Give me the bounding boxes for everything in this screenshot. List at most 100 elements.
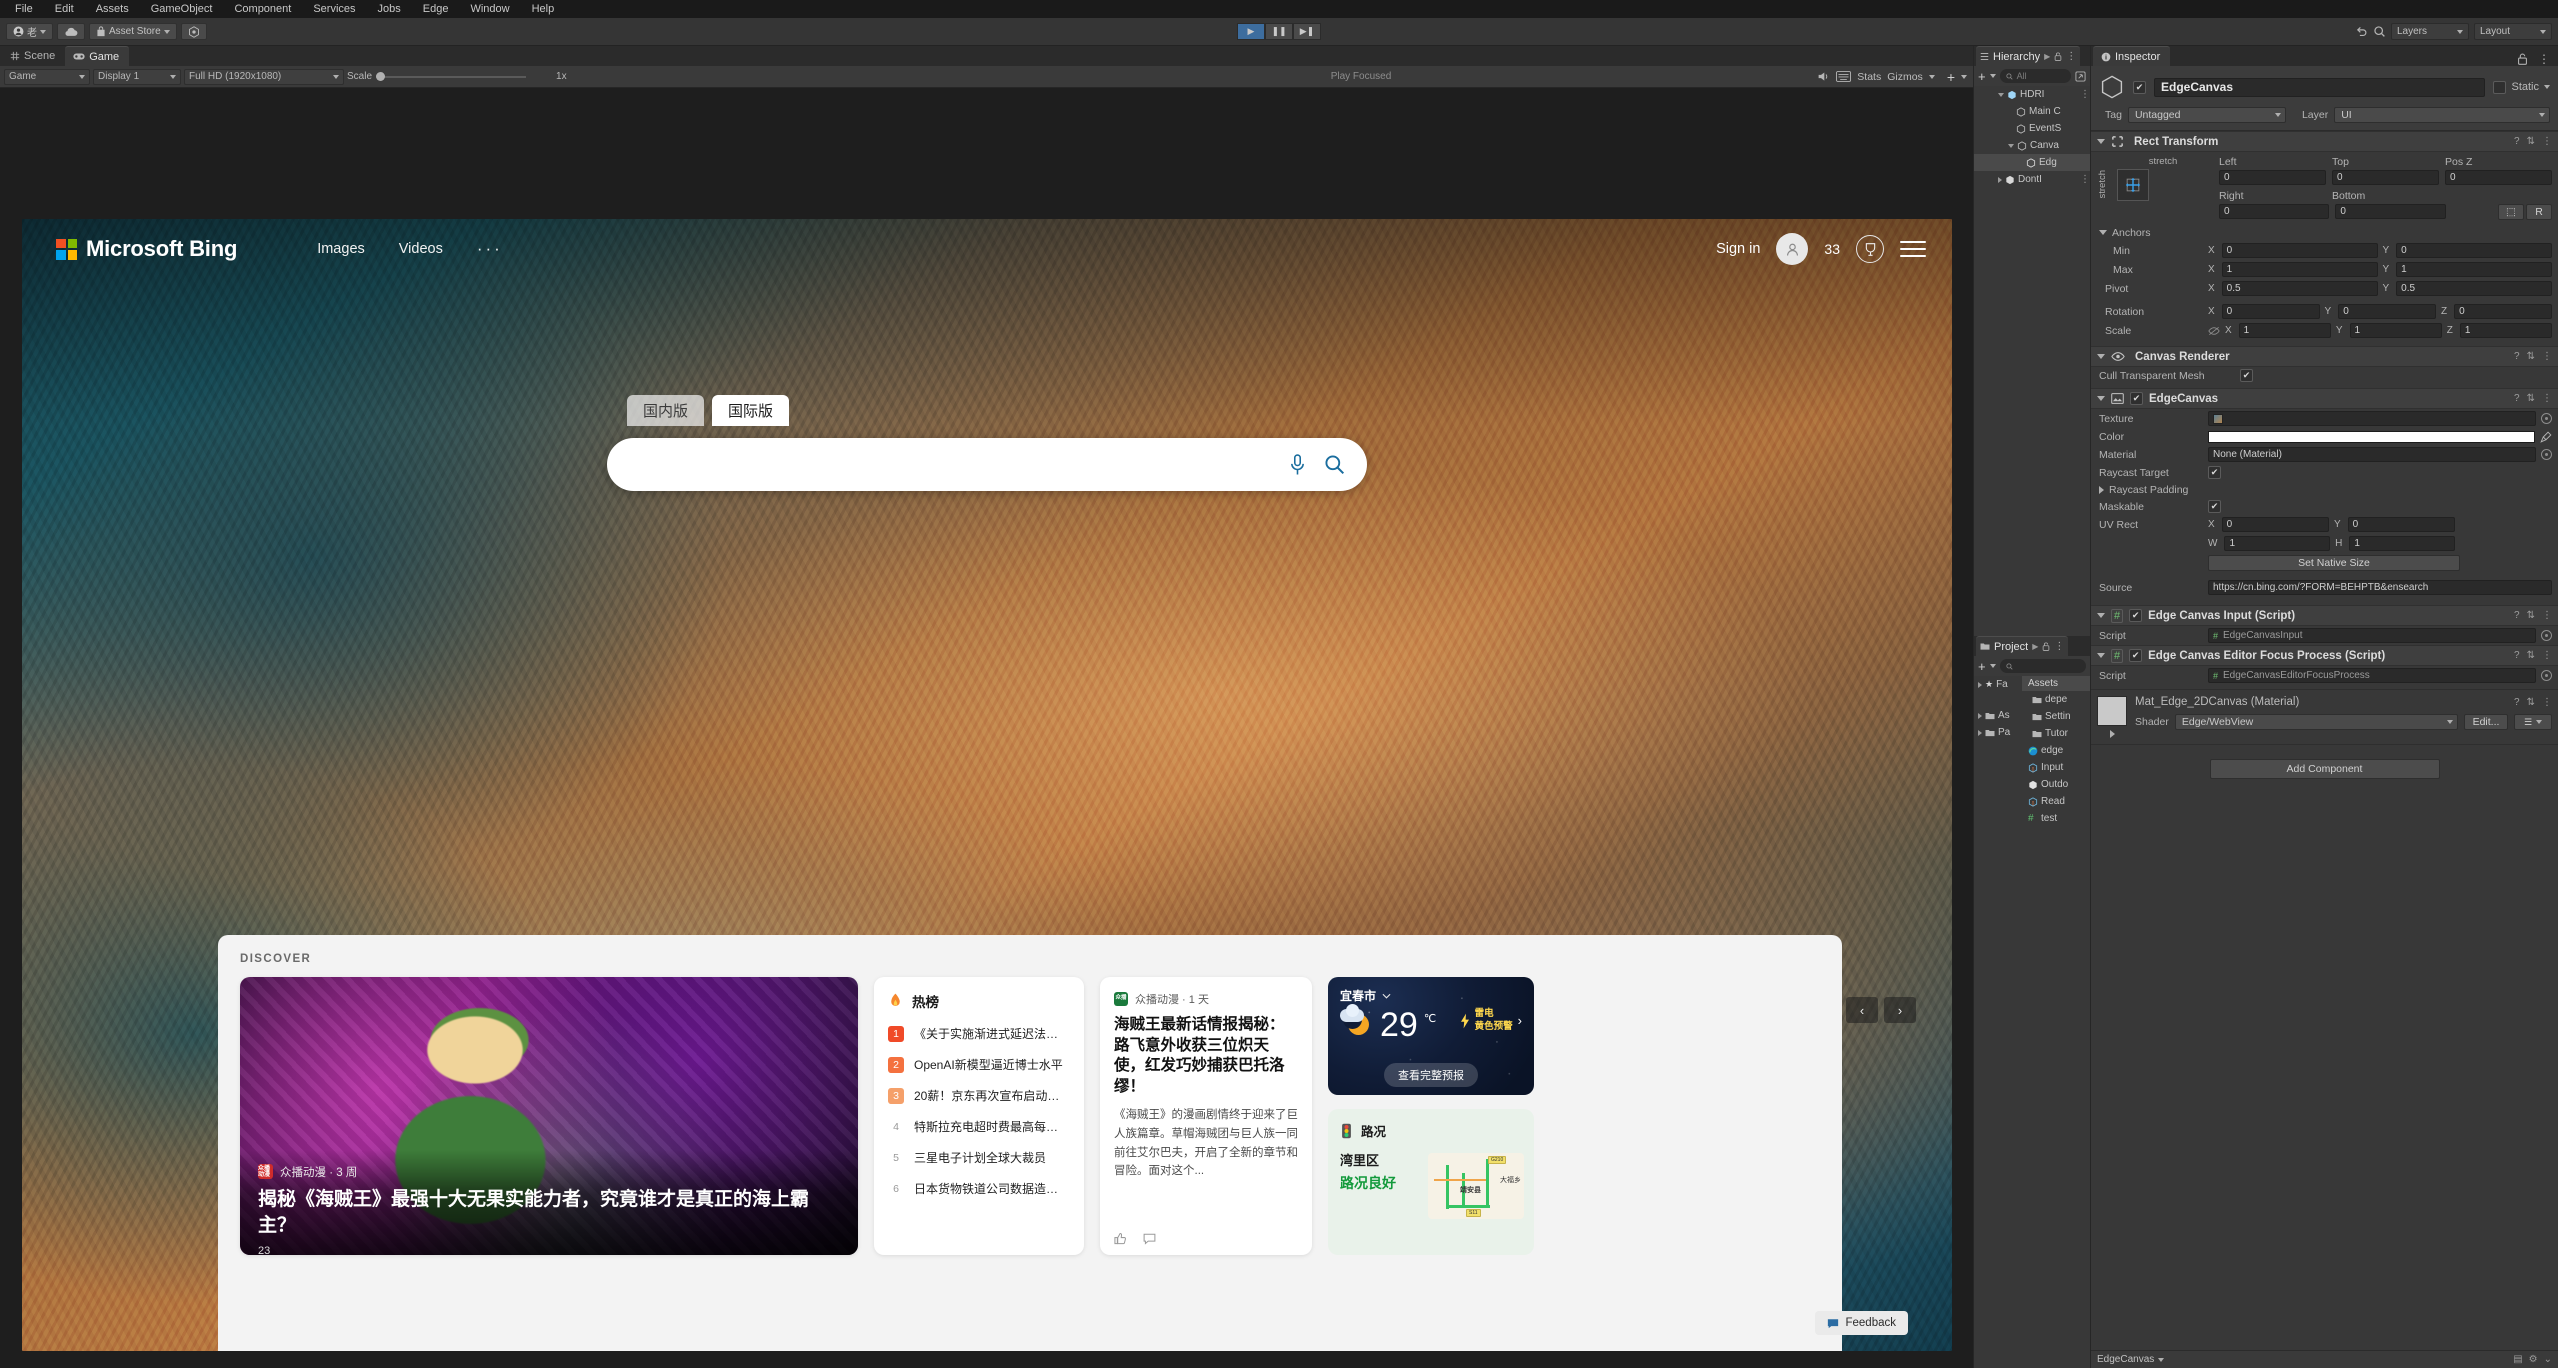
scale-x-field[interactable]: 1: [2239, 323, 2331, 338]
project-tree-packages[interactable]: Pa: [1974, 724, 2022, 741]
recorder-button[interactable]: [181, 23, 207, 40]
card-traffic[interactable]: 路况 湾里区 路况良好 S11 G210: [1328, 1109, 1534, 1255]
component-header-canvas-renderer[interactable]: Canvas Renderer ? ⇅ ⋮: [2091, 346, 2558, 367]
tab-inspector[interactable]: Inspector: [2093, 46, 2170, 66]
stats-button[interactable]: Stats: [1857, 71, 1881, 83]
hierarchy-item-canvas[interactable]: Canva: [1974, 137, 2090, 154]
card-hot-list[interactable]: 热榜 1 《关于实施渐进式延迟法定退休年龄... 2 OpenAI新模型逼近博士…: [874, 977, 1084, 1255]
uv-h-field[interactable]: 1: [2349, 536, 2455, 551]
layers-dropdown[interactable]: Layers: [2391, 23, 2469, 40]
right-field[interactable]: 0: [2219, 204, 2329, 219]
help-icon[interactable]: ?: [2514, 393, 2520, 404]
hierarchy-item-eventsystem[interactable]: EventS: [1974, 120, 2090, 137]
shader-dropdown[interactable]: Edge/WebView: [2175, 714, 2458, 730]
project-asset-item[interactable]: Outdo: [2022, 776, 2090, 793]
microphone-icon[interactable]: [1289, 454, 1306, 476]
object-name-field[interactable]: EdgeCanvas: [2154, 78, 2485, 97]
scale-slider-knob[interactable]: [376, 72, 385, 81]
foldout-icon[interactable]: [2097, 653, 2105, 658]
asset-bundle-icon[interactable]: ▤: [2513, 1354, 2522, 1365]
cull-transparent-mesh-checkbox[interactable]: [2240, 369, 2253, 382]
chevron-down-icon[interactable]: [2008, 144, 2014, 148]
menu-item-services[interactable]: Services: [302, 0, 366, 18]
microsoft-bing-logo[interactable]: Microsoft Bing: [56, 236, 237, 262]
comment-icon[interactable]: [1143, 1232, 1156, 1245]
bing-homepage[interactable]: Microsoft Bing Images Videos ··· Sign in…: [22, 219, 1952, 1351]
hierarchy-search-input[interactable]: All: [2000, 69, 2071, 83]
foldout-icon[interactable]: [2097, 354, 2105, 359]
rotation-y-field[interactable]: 0: [2338, 304, 2436, 319]
chevron-down-icon[interactable]: [2158, 1358, 2164, 1362]
tab-scene[interactable]: Scene: [2, 46, 65, 66]
card-news-article[interactable]: 众播 众播动漫 · 1 天 海贼王最新话情报揭秘：路飞意外收获三位炽天使，红发巧…: [1100, 977, 1312, 1255]
project-asset-item[interactable]: {} Input: [2022, 759, 2090, 776]
game-render-surface[interactable]: Microsoft Bing Images Videos ··· Sign in…: [0, 88, 1973, 1368]
blueprint-mode-icon[interactable]: ⬚: [2498, 204, 2524, 220]
bottom-field[interactable]: 0: [2335, 204, 2445, 219]
material-object-picker-icon[interactable]: [2541, 449, 2552, 460]
hot-list-item[interactable]: 3 20薪！京东再次宣布启动涨薪: [888, 1087, 1070, 1104]
display-dropdown[interactable]: Display 1: [93, 69, 181, 85]
uv-x-field[interactable]: 0: [2222, 517, 2329, 532]
anchor-max-x-field[interactable]: 1: [2222, 262, 2378, 277]
traffic-map[interactable]: S11 G210 靖安县 大福乡: [1428, 1153, 1524, 1219]
add-component-button[interactable]: Add Component: [2210, 759, 2440, 779]
project-tree-assets[interactable]: As: [1974, 707, 2022, 724]
tab-game[interactable]: Game: [65, 46, 129, 66]
play-mode-label[interactable]: Play Focused: [1331, 71, 1392, 82]
component-header-edge-canvas-input[interactable]: # Edge Canvas Input (Script) ? ⇅ ⋮: [2091, 605, 2558, 626]
set-native-size-button[interactable]: Set Native Size: [2208, 555, 2460, 571]
script-object-picker-icon[interactable]: [2541, 670, 2552, 681]
foldout-icon[interactable]: [2097, 396, 2105, 401]
color-swatch[interactable]: [2208, 431, 2535, 443]
lock-icon[interactable]: [2054, 52, 2062, 61]
sign-in-link[interactable]: Sign in: [1716, 241, 1760, 257]
edition-tab-international[interactable]: 国际版: [712, 395, 789, 426]
nav-videos[interactable]: Videos: [399, 241, 443, 257]
material-preview[interactable]: [2097, 696, 2127, 726]
weather-city-row[interactable]: 宜春市: [1340, 987, 1522, 1004]
chevron-right-icon[interactable]: [1998, 177, 2002, 183]
anime-like-count[interactable]: 23: [258, 1245, 270, 1255]
constrain-proportions-icon[interactable]: [2208, 326, 2220, 336]
static-checkbox[interactable]: [2493, 81, 2506, 94]
menu-item-gameobject[interactable]: GameObject: [140, 0, 224, 18]
chevron-down-icon[interactable]: [1929, 75, 1935, 79]
project-asset-item[interactable]: {} Read: [2022, 793, 2090, 810]
cloud-button[interactable]: [57, 23, 85, 40]
preset-icon[interactable]: ⇅: [2527, 136, 2535, 147]
settings-icon[interactable]: ⚙: [2529, 1354, 2538, 1365]
preset-icon[interactable]: ⇅: [2527, 697, 2535, 708]
nav-more-ellipsis-icon[interactable]: ···: [477, 244, 503, 254]
thumbs-up-icon[interactable]: [1114, 1232, 1127, 1245]
edition-tab-domestic[interactable]: 国内版: [627, 395, 704, 426]
plus-icon[interactable]: +: [1947, 69, 1955, 85]
posz-field[interactable]: 0: [2445, 170, 2552, 185]
weather-full-forecast-button[interactable]: 查看完整预报: [1384, 1063, 1478, 1087]
feedback-button[interactable]: Feedback: [1815, 1311, 1908, 1335]
hierarchy-item-main-camera[interactable]: Main C: [1974, 103, 2090, 120]
tab-hierarchy[interactable]: Hierarchy ▶ ⋮: [1976, 46, 2080, 66]
chevron-down-icon[interactable]: ⌄: [2544, 1354, 2552, 1365]
pivot-y-field[interactable]: 0.5: [2396, 281, 2552, 296]
hot-list-item[interactable]: 2 OpenAI新模型逼近博士水平: [888, 1056, 1070, 1073]
pivot-x-field[interactable]: 0.5: [2222, 281, 2378, 296]
maskable-checkbox[interactable]: [2208, 500, 2221, 513]
rotation-z-field[interactable]: 0: [2454, 304, 2552, 319]
kebab-menu-icon[interactable]: ⋮: [2542, 351, 2552, 362]
edgecanvas-enabled-checkbox[interactable]: [2130, 392, 2143, 405]
shader-edit-button[interactable]: Edit...: [2464, 714, 2508, 730]
layer-dropdown[interactable]: UI: [2334, 107, 2550, 123]
view-mode-dropdown[interactable]: Game: [4, 69, 90, 85]
help-icon[interactable]: ?: [2514, 650, 2520, 661]
component-header-edgecanvas[interactable]: EdgeCanvas ? ⇅ ⋮: [2091, 388, 2558, 409]
gizmos-button[interactable]: Gizmos: [1887, 71, 1923, 83]
raycast-padding-row[interactable]: Raycast Padding: [2091, 481, 2558, 498]
texture-field[interactable]: [2208, 411, 2536, 426]
chevron-down-icon[interactable]: [2544, 85, 2550, 89]
foldout-icon[interactable]: [2099, 486, 2104, 494]
layout-dropdown[interactable]: Layout: [2474, 23, 2552, 40]
kebab-menu-icon[interactable]: ⋮: [2066, 51, 2076, 62]
hierarchy-item-dontdestroy[interactable]: DontI ⋮: [1974, 171, 2090, 188]
hierarchy-item-hdri[interactable]: HDRI ⋮: [1974, 86, 2090, 103]
